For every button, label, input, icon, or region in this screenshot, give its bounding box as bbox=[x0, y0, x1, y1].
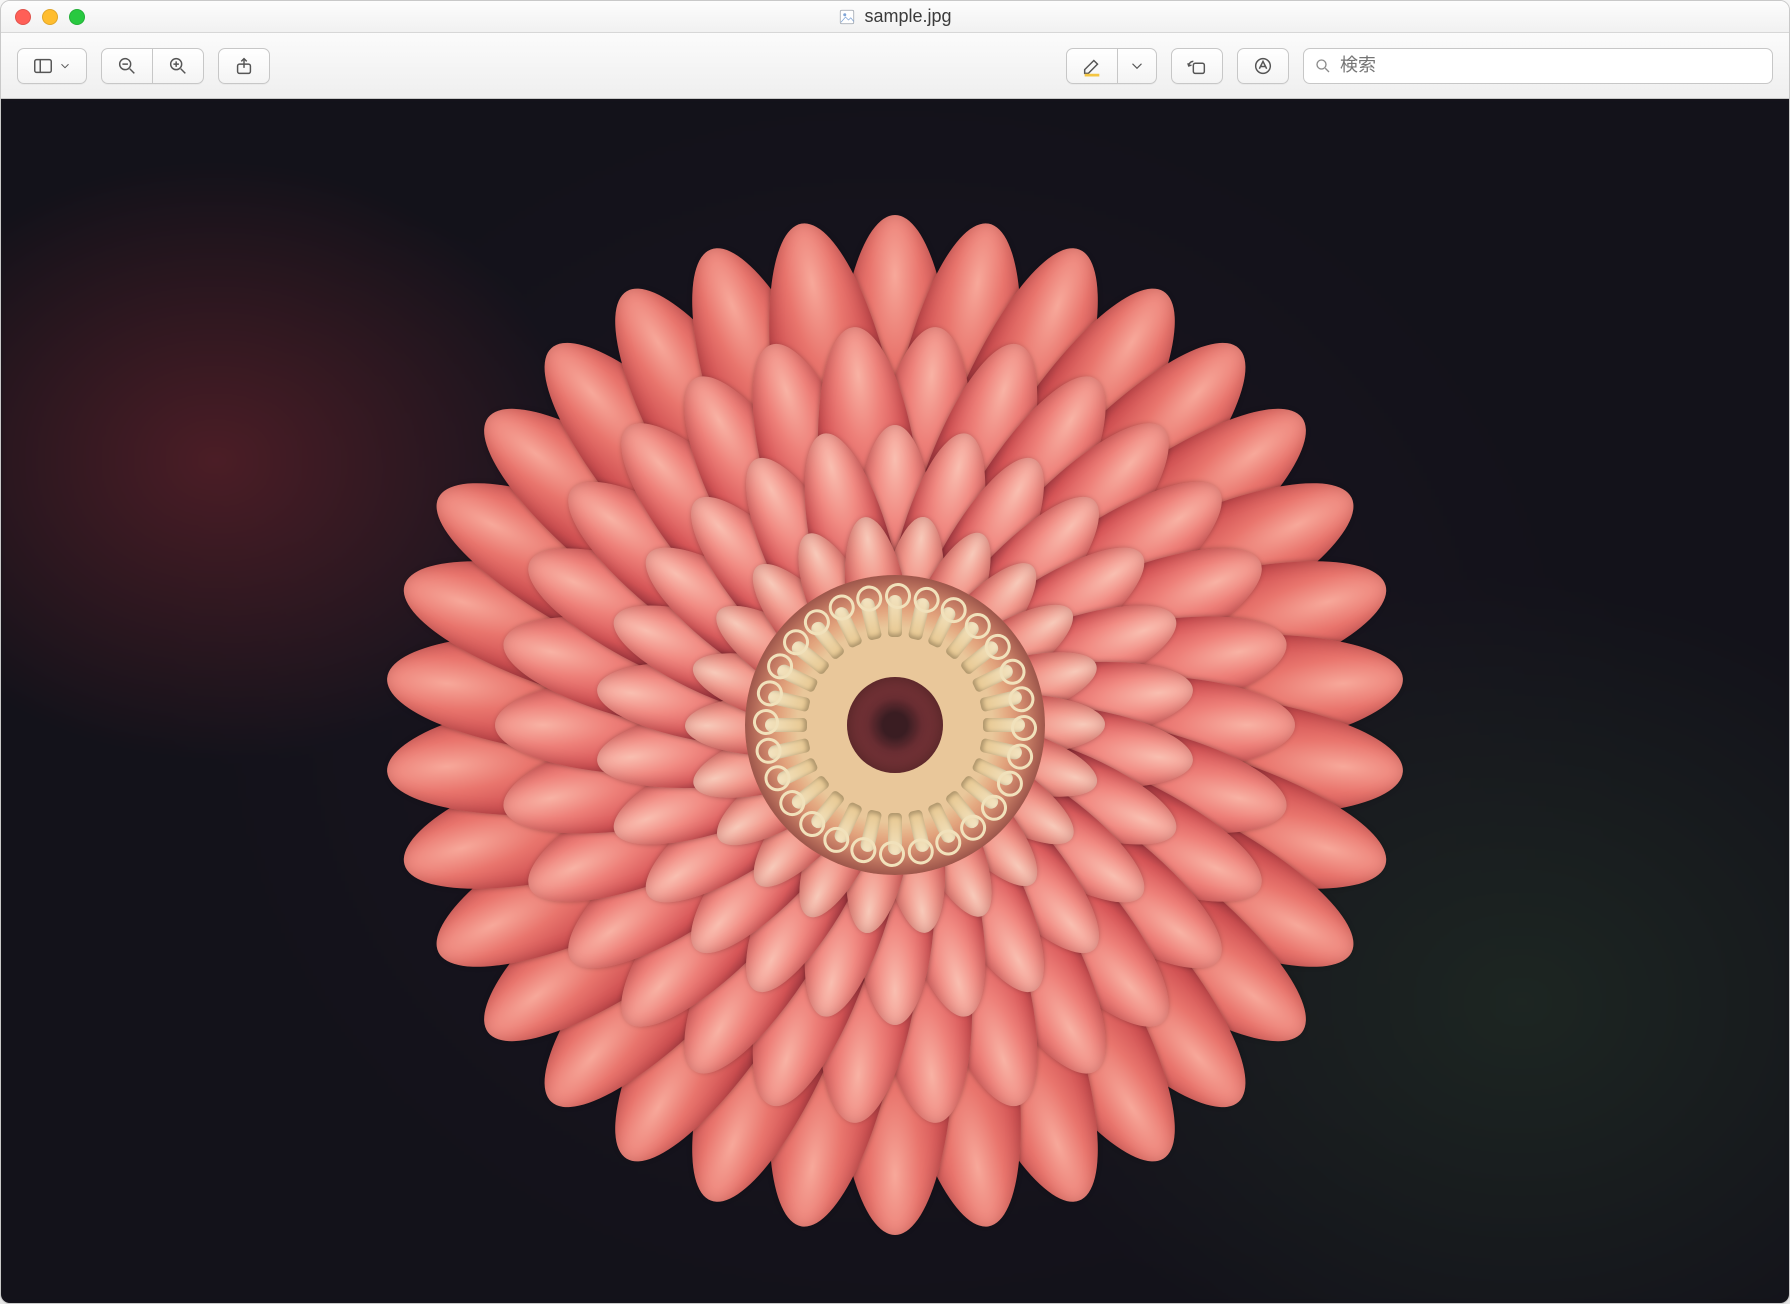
markup-toolbar-button[interactable] bbox=[1237, 48, 1289, 84]
titlebar[interactable]: sample.jpg bbox=[1, 1, 1789, 33]
zoom-window-button[interactable] bbox=[69, 9, 85, 25]
sidebar-dropdown-button[interactable] bbox=[17, 48, 87, 84]
zoom-out-button[interactable] bbox=[101, 48, 153, 84]
zoom-in-button[interactable] bbox=[153, 48, 204, 84]
search-icon bbox=[1314, 57, 1332, 75]
minimize-window-button[interactable] bbox=[42, 9, 58, 25]
search-input[interactable] bbox=[1340, 55, 1762, 76]
markup-button[interactable] bbox=[1066, 48, 1118, 84]
close-window-button[interactable] bbox=[15, 9, 31, 25]
markup-group bbox=[1066, 48, 1157, 84]
zoom-group bbox=[101, 48, 204, 84]
annotate-circle-icon bbox=[1252, 55, 1274, 77]
window-title-text: sample.jpg bbox=[864, 6, 951, 27]
image-file-icon bbox=[838, 8, 856, 26]
sidebar-icon bbox=[32, 55, 54, 77]
chevron-down-icon bbox=[58, 59, 72, 73]
window-controls bbox=[15, 9, 85, 25]
share-button[interactable] bbox=[218, 48, 270, 84]
chevron-down-icon bbox=[1128, 57, 1146, 75]
window-title: sample.jpg bbox=[838, 6, 951, 27]
zoom-in-icon bbox=[167, 55, 189, 77]
share-icon bbox=[233, 55, 255, 77]
highlighter-icon bbox=[1081, 55, 1103, 77]
preview-window: sample.jpg bbox=[0, 0, 1790, 1304]
zoom-out-icon bbox=[116, 55, 138, 77]
search-field[interactable] bbox=[1303, 48, 1773, 84]
displayed-image bbox=[385, 215, 1405, 1235]
flower-core bbox=[847, 677, 943, 773]
image-viewport[interactable] bbox=[1, 99, 1789, 1303]
markup-menu-button[interactable] bbox=[1118, 48, 1157, 84]
toolbar bbox=[1, 33, 1789, 99]
rotate-left-button[interactable] bbox=[1171, 48, 1223, 84]
rotate-left-icon bbox=[1186, 55, 1208, 77]
